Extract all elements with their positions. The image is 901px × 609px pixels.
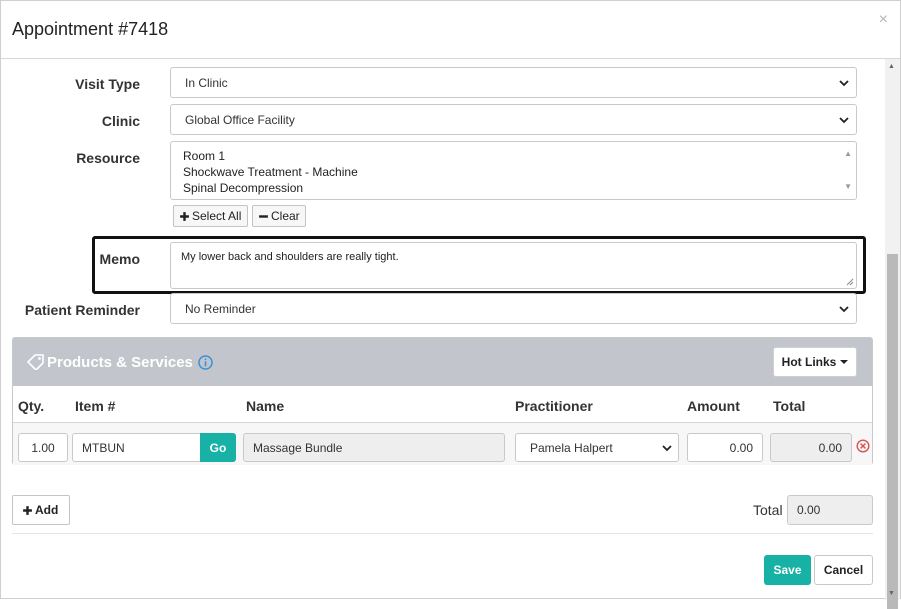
cancel-button[interactable]: Cancel bbox=[814, 555, 873, 585]
scroll-down-icon[interactable]: ▼ bbox=[844, 179, 852, 195]
column-header-practitioner: Practitioner bbox=[515, 398, 593, 414]
chevron-down-icon bbox=[839, 117, 849, 124]
modal-title: Appointment #7418 bbox=[12, 19, 169, 39]
name-field: Massage Bundle bbox=[243, 433, 505, 462]
caret-down-icon bbox=[840, 360, 849, 364]
hot-links-button[interactable]: Hot Links bbox=[773, 347, 857, 377]
go-button[interactable]: Go bbox=[200, 433, 236, 462]
grand-total-field: 0.00 bbox=[787, 495, 873, 525]
chevron-down-icon bbox=[839, 306, 849, 313]
info-icon[interactable] bbox=[198, 355, 213, 370]
amount-input[interactable]: 0.00 bbox=[687, 433, 763, 462]
qty-value: 1.00 bbox=[31, 441, 55, 455]
visit-type-select[interactable]: In Clinic bbox=[170, 67, 857, 98]
clinic-label: Clinic bbox=[101, 113, 140, 129]
resource-option[interactable]: Spinal Decompression bbox=[183, 180, 844, 196]
clinic-value: Global Office Facility bbox=[185, 113, 295, 127]
clear-label: Clear bbox=[271, 209, 300, 223]
visit-type-value: In Clinic bbox=[185, 76, 228, 90]
column-header-name: Name bbox=[246, 398, 285, 414]
save-button[interactable]: Save bbox=[764, 555, 811, 585]
patient-reminder-label: Patient Reminder bbox=[24, 302, 140, 318]
modal-header: Appointment #7418 × bbox=[1, 1, 900, 59]
column-header-item: Item # bbox=[75, 398, 116, 414]
column-header-amount: Amount bbox=[687, 398, 740, 414]
remove-row-icon[interactable] bbox=[856, 439, 870, 453]
qty-input[interactable]: 1.00 bbox=[18, 433, 68, 462]
scroll-up-arrow-icon[interactable]: ▲ bbox=[888, 63, 895, 70]
products-services-panel: Products & Services Hot Links Qty. Item … bbox=[12, 337, 873, 465]
item-number-input[interactable]: MTBUN bbox=[72, 433, 201, 462]
resize-handle-icon[interactable] bbox=[846, 278, 854, 286]
select-all-label: Select All bbox=[192, 209, 242, 223]
visit-type-label: Visit Type bbox=[75, 76, 140, 92]
footer-divider bbox=[12, 533, 873, 534]
products-services-header: Products & Services Hot Links bbox=[13, 338, 872, 386]
scroll-down-arrow-icon[interactable]: ▼ bbox=[888, 590, 895, 597]
scrollbar-thumb[interactable] bbox=[887, 254, 898, 609]
close-icon[interactable]: × bbox=[879, 11, 888, 29]
scroll-up-icon[interactable]: ▲ bbox=[844, 146, 852, 162]
grand-total-label: Total bbox=[753, 502, 783, 518]
column-header-total: Total bbox=[773, 398, 806, 414]
grand-total-value: 0.00 bbox=[797, 503, 821, 517]
practitioner-select[interactable]: Pamela Halpert bbox=[515, 433, 679, 462]
clear-button[interactable]: Clear bbox=[252, 205, 306, 227]
plus-icon bbox=[23, 505, 32, 515]
add-label: Add bbox=[35, 503, 59, 517]
resource-option[interactable]: Shockwave Treatment - Machine bbox=[183, 164, 844, 180]
amount-value: 0.00 bbox=[729, 441, 753, 455]
vertical-scrollbar[interactable]: ▲ ▼ bbox=[885, 59, 900, 609]
row-total-field: 0.00 bbox=[770, 433, 852, 462]
column-header-qty: Qty. bbox=[18, 398, 45, 414]
memo-label: Memo bbox=[99, 251, 140, 267]
memo-value: My lower back and shoulders are really t… bbox=[181, 251, 399, 263]
item-number-value: MTBUN bbox=[82, 441, 125, 455]
patient-reminder-select[interactable]: No Reminder bbox=[170, 293, 857, 324]
practitioner-value: Pamela Halpert bbox=[530, 441, 613, 455]
hot-links-label: Hot Links bbox=[781, 355, 837, 369]
memo-textarea[interactable]: My lower back and shoulders are really t… bbox=[170, 242, 857, 289]
patient-reminder-value: No Reminder bbox=[185, 302, 256, 316]
resource-option[interactable]: Room 1 bbox=[183, 148, 844, 164]
appointment-modal: Appointment #7418 × Visit Type In Clinic… bbox=[0, 0, 901, 609]
add-button[interactable]: Add bbox=[12, 495, 70, 525]
select-all-button[interactable]: Select All bbox=[173, 205, 248, 227]
clinic-select[interactable]: Global Office Facility bbox=[170, 104, 857, 135]
products-services-title: Products & Services bbox=[47, 354, 193, 371]
name-value: Massage Bundle bbox=[253, 441, 343, 455]
tag-icon bbox=[27, 354, 44, 370]
minus-icon bbox=[259, 214, 268, 218]
row-total-value: 0.00 bbox=[818, 441, 842, 455]
resource-label: Resource bbox=[76, 150, 140, 166]
chevron-down-icon bbox=[662, 445, 672, 452]
chevron-down-icon bbox=[839, 80, 849, 87]
plus-icon bbox=[180, 211, 189, 221]
resource-listbox[interactable]: Room 1 Shockwave Treatment - Machine Spi… bbox=[170, 141, 857, 200]
